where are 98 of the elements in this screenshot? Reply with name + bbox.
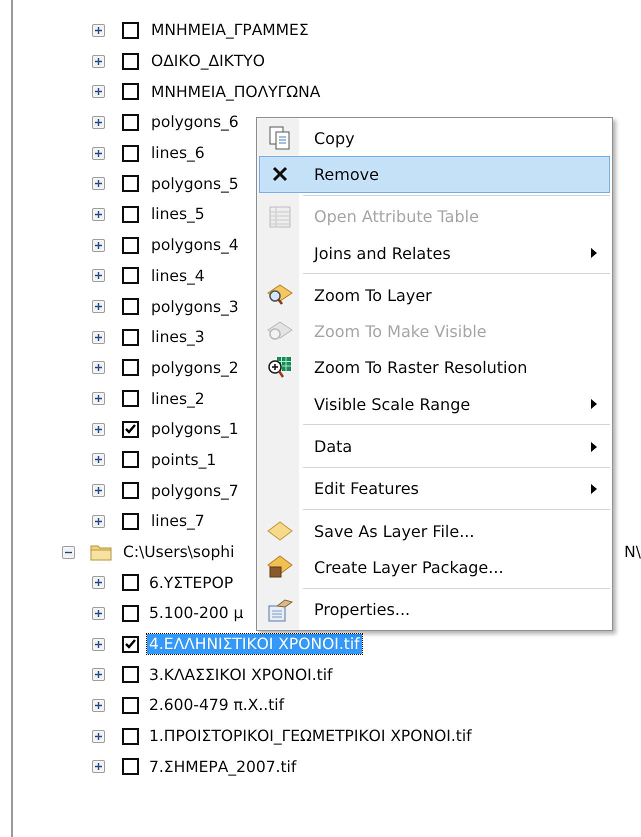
close-icon: [272, 166, 288, 182]
expand-icon[interactable]: [92, 638, 105, 651]
expand-icon[interactable]: [92, 146, 105, 160]
expand-icon[interactable]: [92, 484, 105, 498]
checkbox[interactable]: [122, 144, 139, 162]
layer-name[interactable]: points_1: [149, 450, 218, 470]
checkbox[interactable]: [122, 22, 139, 39]
menu-item[interactable]: Remove: [259, 156, 610, 193]
checkbox[interactable]: [122, 482, 139, 500]
layer-name[interactable]: lines_3: [149, 327, 207, 348]
layer-name[interactable]: polygons_6: [149, 112, 241, 132]
layer-name[interactable]: polygons_1: [149, 419, 241, 440]
checkbox[interactable]: [122, 758, 139, 776]
layer-name[interactable]: lines_4: [149, 266, 207, 286]
copy-icon: [269, 126, 291, 150]
checkbox[interactable]: [122, 328, 139, 346]
expand-icon[interactable]: [92, 453, 105, 466]
expand-icon[interactable]: [92, 392, 105, 406]
layer-name[interactable]: polygons_5: [149, 174, 241, 194]
checkbox[interactable]: [122, 574, 139, 592]
submenu-arrow-icon: [591, 248, 597, 258]
checkbox[interactable]: [122, 420, 139, 438]
menu-item[interactable]: Edit Features: [259, 470, 610, 507]
layer-name[interactable]: lines_5: [149, 204, 207, 224]
expand-icon[interactable]: [92, 269, 105, 282]
menu-item[interactable]: Zoom To Layer: [259, 277, 610, 314]
expand-icon[interactable]: [92, 361, 105, 374]
zoom-layer-icon: [267, 283, 293, 308]
checkbox[interactable]: [122, 666, 139, 684]
expand-icon[interactable]: [92, 730, 105, 743]
checkbox[interactable]: [122, 390, 139, 408]
layer-name[interactable]: 3.ΚΛΑΣΣΙΚΟΙ ΧΡΟΝΟΙ.tif: [147, 664, 334, 685]
menu-item[interactable]: Joins and Relates: [259, 234, 610, 272]
properties-icon: [267, 598, 293, 622]
layer-name[interactable]: polygons_2: [149, 358, 241, 378]
checkbox[interactable]: [122, 696, 139, 714]
layer-name[interactable]: ΜΝΗΜΕΙΑ_ΠΟΛΥΓΩΝΑ: [149, 82, 322, 102]
expand-icon[interactable]: [92, 514, 105, 528]
expand-icon[interactable]: [92, 422, 105, 436]
checkbox[interactable]: [122, 604, 139, 622]
expand-icon[interactable]: [92, 576, 105, 590]
checkbox[interactable]: [122, 298, 139, 316]
layer-icon: [267, 521, 293, 542]
expand-icon[interactable]: [92, 116, 105, 129]
layer-name[interactable]: ΟΔΙΚΟ_ΔΙΚΤΥΟ: [149, 51, 267, 72]
folder-icon: [90, 543, 112, 562]
submenu-arrow-icon: [591, 399, 597, 410]
layer-name[interactable]: 1.ΠΡΟΙΣΤΟΡΙΚΟΙ_ΓΕΩΜΕΤΡΙΚΟΙ ΧΡΟΝΟΙ.tif: [147, 726, 474, 746]
checkbox[interactable]: [122, 206, 139, 223]
checkbox[interactable]: [122, 114, 139, 131]
layer-name[interactable]: lines_6: [149, 143, 207, 164]
expand-icon[interactable]: [92, 606, 105, 620]
menu-item[interactable]: Properties...: [259, 592, 610, 628]
collapse-icon[interactable]: [62, 546, 75, 559]
expand-icon[interactable]: [92, 760, 105, 774]
zoom-raster-icon: [267, 356, 293, 380]
checkbox[interactable]: [122, 267, 139, 284]
layer-name[interactable]: ΜΝΗΜΕΙΑ_ΓΡΑΜΜΕΣ: [149, 20, 311, 40]
folder-path-fragment: N\: [624, 543, 641, 562]
layer-name[interactable]: polygons_7: [149, 480, 241, 501]
menu-item[interactable]: Copy: [259, 120, 610, 156]
expand-icon[interactable]: [92, 698, 105, 712]
menu-item[interactable]: Data: [259, 428, 610, 465]
expand-icon[interactable]: [92, 85, 105, 98]
expand-icon[interactable]: [92, 300, 105, 314]
checkbox[interactable]: [122, 728, 139, 745]
expand-icon[interactable]: [92, 54, 105, 68]
menu-item[interactable]: Zoom To Raster Resolution: [259, 350, 610, 386]
checkbox[interactable]: [122, 236, 139, 254]
table-icon: [269, 206, 291, 228]
expand-icon[interactable]: [92, 177, 105, 190]
menu-item[interactable]: Visible Scale Range: [259, 386, 610, 422]
checkbox[interactable]: [122, 83, 139, 100]
checkbox[interactable]: [122, 52, 139, 70]
menu-item[interactable]: Create Layer Package...: [259, 549, 610, 586]
menu-item[interactable]: Save As Layer File...: [259, 512, 610, 550]
layer-name[interactable]: lines_2: [149, 388, 207, 409]
layer-name[interactable]: 5.100-200 μ: [147, 603, 246, 624]
checkbox[interactable]: [122, 451, 139, 468]
expand-icon[interactable]: [92, 208, 105, 221]
layer-name[interactable]: polygons_4: [149, 235, 241, 256]
layer-name[interactable]: 6.ΥΣΤΕΡΟΡ: [147, 572, 236, 593]
checkbox[interactable]: [122, 175, 139, 192]
layer-name[interactable]: 7.ΣΗΜΕΡΑ_2007.tif: [147, 756, 298, 777]
checkbox[interactable]: [122, 636, 139, 653]
expand-icon[interactable]: [92, 668, 105, 682]
checkbox[interactable]: [122, 359, 139, 376]
expand-icon[interactable]: [92, 330, 105, 344]
layer-name[interactable]: 2.600-479 π.Χ..tif: [147, 695, 286, 716]
layer-package-icon: [267, 555, 293, 580]
submenu-arrow-icon: [591, 484, 597, 494]
expand-icon[interactable]: [92, 24, 105, 37]
layer-name[interactable]: lines_7: [149, 511, 207, 532]
layer-name[interactable]: polygons_3: [149, 296, 241, 317]
expand-icon[interactable]: [92, 238, 105, 252]
checkbox[interactable]: [122, 512, 139, 530]
submenu-arrow-icon: [591, 442, 597, 452]
folder-path[interactable]: C:\Users\sophi: [121, 542, 236, 562]
